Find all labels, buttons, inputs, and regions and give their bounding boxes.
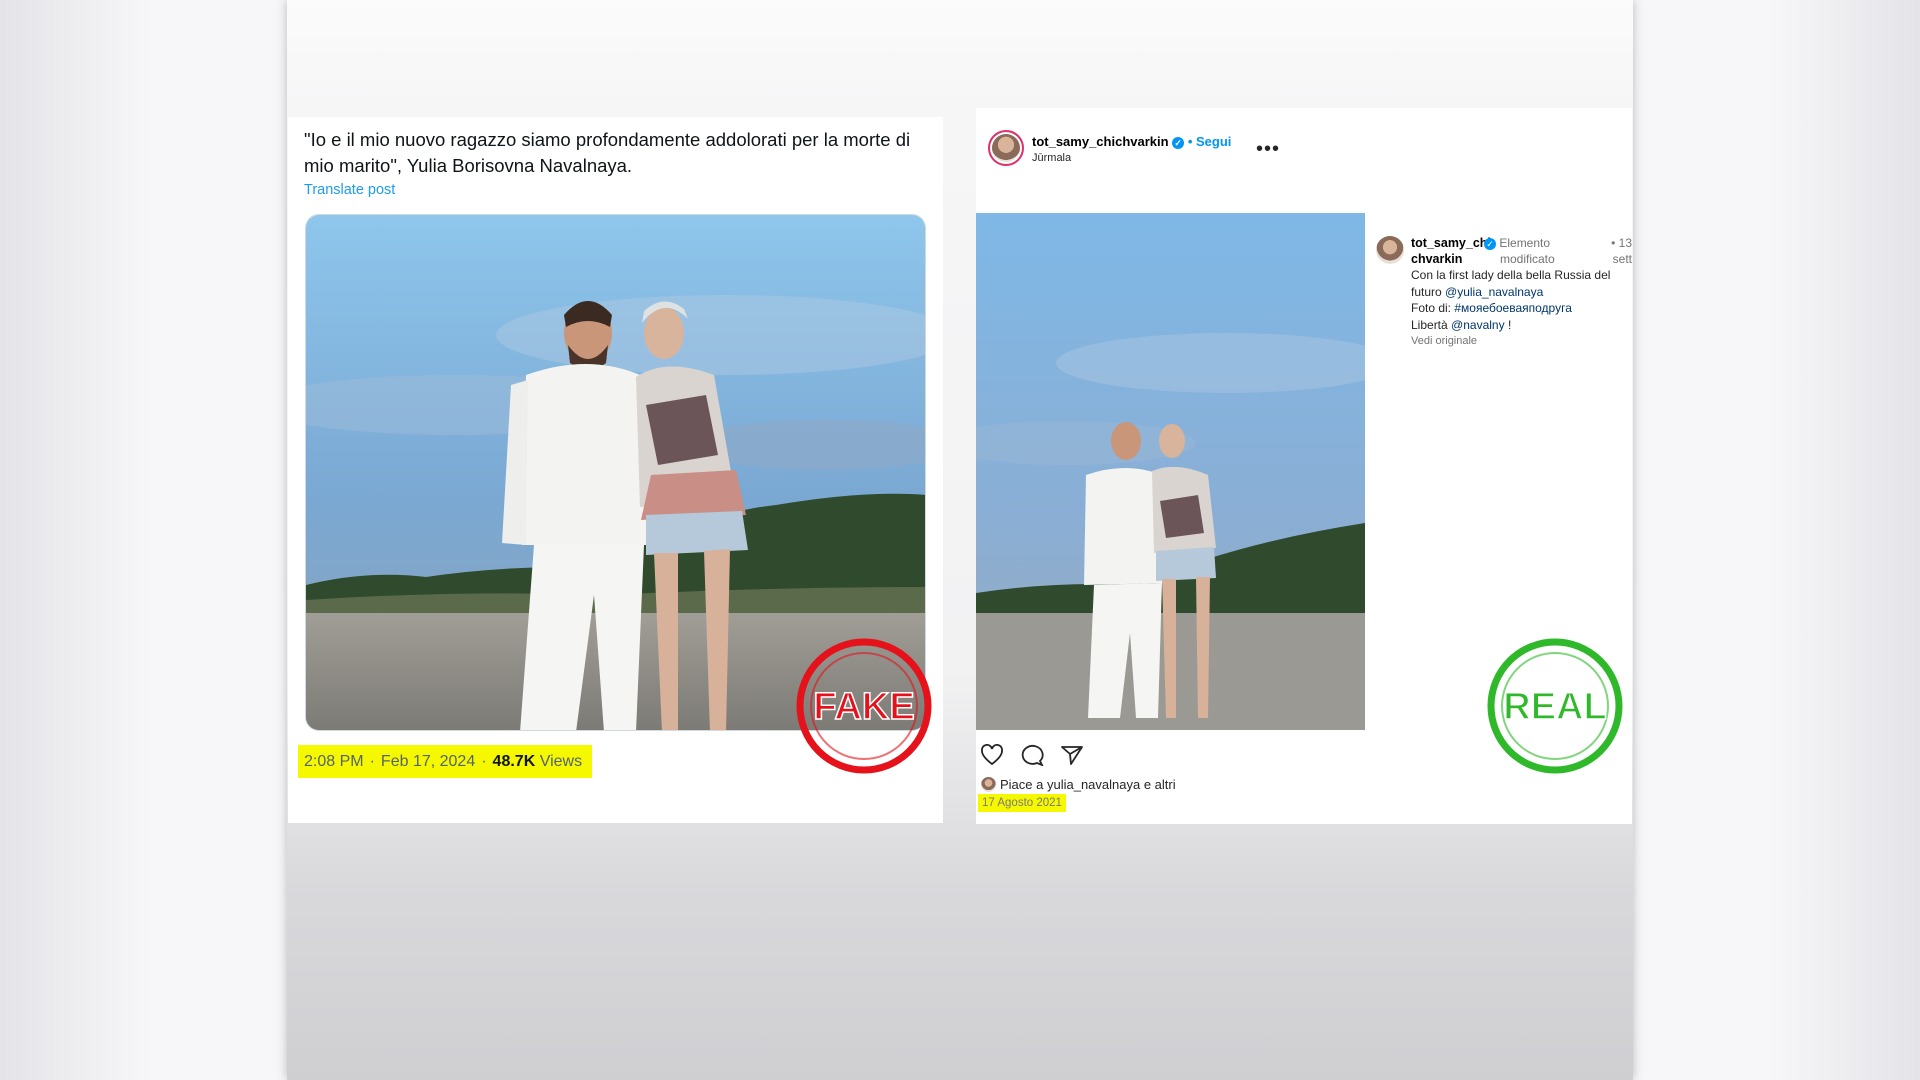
verified-icon: ✓ bbox=[1484, 237, 1496, 250]
fake-stamp: FAKE bbox=[792, 634, 936, 783]
views-count: 48.7K bbox=[492, 752, 536, 770]
post-actions bbox=[980, 744, 1084, 771]
real-stamp-label: REAL bbox=[1503, 686, 1606, 728]
post-username-row: tot_samy_chichvarkin ✓ • Segui bbox=[1032, 134, 1231, 149]
post-time[interactable]: • 13 sett bbox=[1568, 235, 1632, 267]
tweet-views: 48.7K Views bbox=[493, 753, 583, 771]
post-time-line2: sett bbox=[1612, 252, 1632, 266]
exclamation: ! bbox=[1507, 317, 1512, 332]
comment-icon[interactable] bbox=[1020, 744, 1044, 771]
verified-icon: ✓ bbox=[1172, 136, 1185, 149]
likes-text: Piace a yulia_navalnaya e altri bbox=[1000, 777, 1176, 792]
photo-credit-label: Foto di: bbox=[1411, 301, 1452, 315]
edited-line2: modificato bbox=[1500, 252, 1555, 266]
real-stamp: REAL bbox=[1483, 634, 1627, 783]
mention-navalny-link[interactable]: @navalny bbox=[1451, 318, 1505, 332]
share-icon[interactable] bbox=[1060, 744, 1084, 771]
separator: · bbox=[481, 752, 487, 770]
views-label: Views bbox=[539, 752, 583, 770]
more-options-icon[interactable]: ••• bbox=[1256, 138, 1280, 161]
hashtag-link[interactable]: #мояебоеваяподруга bbox=[1454, 301, 1572, 315]
post-date-highlight: 17 Agosto 2021 bbox=[978, 794, 1066, 812]
tweet-text: "Io e il mio nuovo ragazzo siamo profond… bbox=[304, 129, 911, 176]
separator: · bbox=[369, 752, 375, 770]
fake-stamp-icon: FAKE bbox=[796, 638, 932, 774]
follow-button[interactable]: • Segui bbox=[1188, 134, 1232, 149]
tweet-date[interactable]: Feb 17, 2024 bbox=[381, 753, 475, 771]
liberta-label: Libertà bbox=[1411, 317, 1448, 332]
likes-row[interactable]: Piace a yulia_navalnaya e altri bbox=[981, 777, 1176, 792]
follow-label: Segui bbox=[1196, 134, 1232, 149]
caption-body: Con la first lady della bella Russia del… bbox=[1411, 267, 1633, 350]
beach-couple-photo-original bbox=[976, 213, 1365, 730]
username[interactable]: tot_samy_chichvarkin bbox=[1032, 134, 1169, 149]
mention-yulia-link[interactable]: @yulia_navalnaya bbox=[1445, 285, 1543, 299]
like-icon[interactable] bbox=[980, 744, 1004, 771]
tweet-meta-highlight: 2:08 PM · Feb 17, 2024 · 48.7K Views bbox=[298, 745, 593, 778]
avatar[interactable] bbox=[988, 130, 1024, 166]
post-header: tot_samy_chichvarkin ✓ • Segui Jūrmala •… bbox=[976, 108, 1632, 213]
post-time-line1: 13 bbox=[1618, 236, 1632, 250]
location[interactable]: Jūrmala bbox=[1032, 152, 1071, 164]
tweet-time[interactable]: 2:08 PM bbox=[304, 753, 364, 771]
edited-label: ✓ Elemento modificato bbox=[1484, 235, 1564, 267]
see-original-link[interactable]: Vedi originale bbox=[1411, 333, 1633, 350]
fake-stamp-label: FAKE bbox=[813, 686, 914, 728]
liker-avatar bbox=[981, 777, 996, 792]
caption-avatar[interactable] bbox=[1376, 236, 1404, 264]
translate-post-link[interactable]: Translate post bbox=[304, 182, 395, 198]
real-stamp-icon: REAL bbox=[1487, 638, 1623, 774]
edited-line1: Elemento bbox=[1499, 236, 1551, 250]
post-photo[interactable] bbox=[976, 213, 1365, 730]
